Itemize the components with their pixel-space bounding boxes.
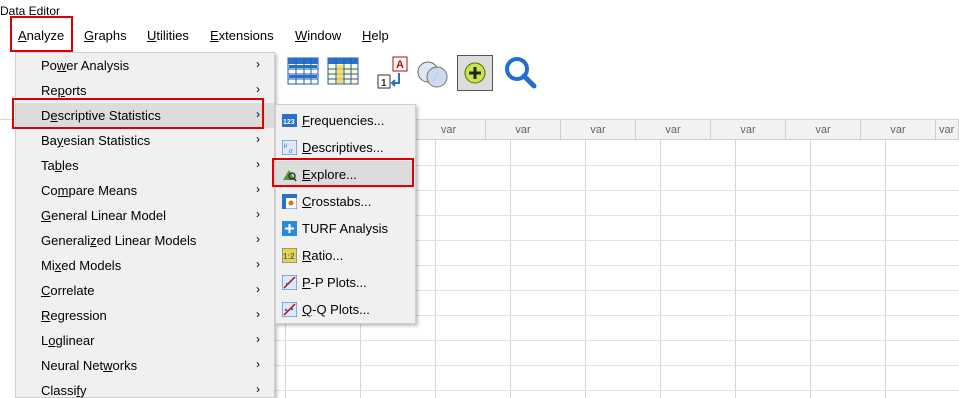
menu-item-bayesian-statistics[interactable]: Bayesian Statistics ›	[16, 128, 274, 153]
grid-line	[275, 365, 959, 366]
menu-item-crosstabs[interactable]: Crosstabs...	[276, 188, 414, 215]
grid-line	[810, 140, 811, 398]
chevron-right-icon: ›	[256, 382, 260, 396]
chevron-right-icon: ›	[256, 57, 260, 71]
menu-window[interactable]: Window	[295, 28, 341, 43]
menu-item-generalized-linear-models[interactable]: Generalized Linear Models ›	[16, 228, 274, 253]
column-header-var[interactable]: var	[412, 120, 486, 140]
split-cases-icon[interactable]	[287, 55, 323, 91]
weight-cases-icon[interactable]	[327, 55, 363, 91]
menu-item-compare-means[interactable]: Compare Means ›	[16, 178, 274, 203]
svg-text:μ: μ	[284, 143, 288, 149]
column-header-var[interactable]: var	[561, 120, 636, 140]
svg-text:A: A	[396, 59, 404, 71]
chevron-right-icon: ›	[256, 307, 260, 321]
chevron-right-icon: ›	[256, 282, 260, 296]
menu-item-frequencies[interactable]: 123 Frequencies...	[276, 107, 414, 134]
svg-text:1: 1	[381, 78, 387, 89]
menu-bar: Analyze Graphs Utilities Extensions Wind…	[0, 16, 959, 52]
descriptive-statistics-highlight-box	[12, 98, 264, 129]
menu-item-qq-plots[interactable]: Q-Q Plots...	[276, 296, 414, 323]
grid-line	[735, 140, 736, 398]
menu-utilities[interactable]: Utilities	[147, 28, 189, 43]
use-variable-sets-icon[interactable]	[415, 55, 451, 91]
menu-item-neural-networks[interactable]: Neural Networks ›	[16, 353, 274, 378]
title-bar: Data Editor	[0, 0, 959, 20]
menu-item-power-analysis[interactable]: Power Analysis ›	[16, 53, 274, 78]
svg-text:σ: σ	[289, 149, 293, 155]
menu-item-pp-plots[interactable]: P-P Plots...	[276, 269, 414, 296]
menu-help[interactable]: Help	[362, 28, 389, 43]
chevron-right-icon: ›	[256, 232, 260, 246]
chevron-right-icon: ›	[256, 82, 260, 96]
menu-item-tables[interactable]: Tables ›	[16, 153, 274, 178]
grid-line	[510, 140, 511, 398]
column-header-var[interactable]: var	[936, 120, 959, 140]
grid-line	[275, 340, 959, 341]
svg-text:123: 123	[283, 119, 295, 126]
chevron-right-icon: ›	[256, 257, 260, 271]
menu-item-loglinear[interactable]: Loglinear ›	[16, 328, 274, 353]
show-all-variables-icon[interactable]	[457, 55, 493, 91]
menu-item-regression[interactable]: Regression ›	[16, 303, 274, 328]
column-header-var[interactable]: var	[636, 120, 711, 140]
search-icon[interactable]	[503, 55, 539, 91]
column-header-var[interactable]: var	[711, 120, 786, 140]
frequencies-icon: 123	[282, 114, 297, 127]
menu-item-correlate[interactable]: Correlate ›	[16, 278, 274, 303]
chevron-right-icon: ›	[256, 132, 260, 146]
qq-plot-icon	[282, 302, 297, 317]
menu-item-ratio[interactable]: 1:2 Ratio...	[276, 242, 414, 269]
menu-graphs[interactable]: Graphs	[84, 28, 127, 43]
svg-text:1:2: 1:2	[283, 252, 295, 261]
chevron-right-icon: ›	[256, 157, 260, 171]
grid-line	[585, 140, 586, 398]
column-header-var[interactable]: var	[486, 120, 561, 140]
toolbar: A 1	[275, 52, 959, 96]
menu-item-classify[interactable]: Classify ›	[16, 378, 274, 398]
ratio-icon: 1:2	[282, 248, 297, 263]
menu-item-mixed-models[interactable]: Mixed Models ›	[16, 253, 274, 278]
pp-plot-icon	[282, 275, 297, 290]
column-header-var[interactable]: var	[861, 120, 936, 140]
chevron-right-icon: ›	[256, 207, 260, 221]
grid-line	[660, 140, 661, 398]
menu-item-descriptives[interactable]: μσ Descriptives...	[276, 134, 414, 161]
analyze-highlight-box	[10, 16, 73, 52]
explore-highlight-box	[272, 158, 414, 187]
chevron-right-icon: ›	[256, 357, 260, 371]
value-labels-icon[interactable]: A 1	[375, 55, 411, 91]
grid-line	[275, 390, 959, 391]
menu-item-turf-analysis[interactable]: TURF Analysis	[276, 215, 414, 242]
chevron-right-icon: ›	[256, 182, 260, 196]
grid-line	[885, 140, 886, 398]
descriptives-icon: μσ	[282, 140, 297, 155]
chevron-right-icon: ›	[256, 332, 260, 346]
column-header-var[interactable]: var	[786, 120, 861, 140]
descriptive-statistics-submenu: 123 Frequencies... μσ Descriptives... Ex…	[275, 104, 416, 324]
menu-extensions[interactable]: Extensions	[210, 28, 274, 43]
grid-line	[435, 140, 436, 398]
turf-icon	[282, 221, 297, 236]
menu-item-general-linear-model[interactable]: General Linear Model ›	[16, 203, 274, 228]
crosstabs-icon	[282, 194, 297, 209]
